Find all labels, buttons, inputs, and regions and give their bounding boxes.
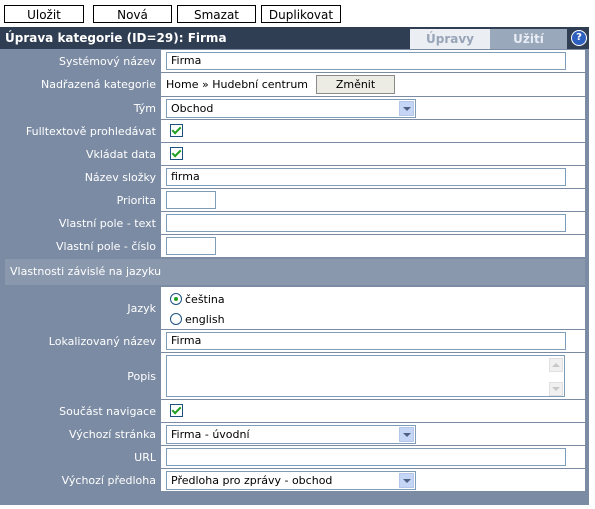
team-select[interactable]: Obchod: [166, 99, 416, 118]
language-radio-czech[interactable]: [170, 293, 182, 305]
title-bar: Úprava kategorie (ID=29): Firma Úpravy U…: [0, 27, 589, 49]
row-insert-data: Vkládat data: [5, 143, 585, 165]
toolbar: Uložit Nová Smazat Duplikovat: [0, 0, 589, 27]
navigation-checkbox[interactable]: [170, 404, 183, 417]
description-label: Popis: [5, 353, 161, 399]
row-localized-name: Lokalizovaný název Firma: [5, 330, 585, 352]
page-frame: Uložit Nová Smazat Duplikovat Úprava kat…: [0, 0, 590, 505]
team-selected-value: Obchod: [171, 102, 214, 115]
row-url: URL: [5, 446, 585, 468]
default-page-select[interactable]: Firma - úvodní: [166, 425, 416, 444]
row-system-name: Systémový název Firma: [5, 50, 585, 72]
scroll-up-icon[interactable]: [549, 358, 563, 372]
language-radio-english[interactable]: [170, 313, 182, 325]
insert-data-checkbox[interactable]: [170, 147, 183, 160]
row-fulltext: Fulltextově prohledávat: [5, 120, 585, 142]
insert-data-label: Vkládat data: [5, 143, 161, 165]
default-page-label: Výchozí stránka: [5, 423, 161, 445]
delete-button[interactable]: Smazat: [177, 5, 256, 23]
url-input[interactable]: [166, 448, 566, 466]
parent-category-path: Home » Hudební centrum: [166, 78, 309, 91]
row-parent-category: Nadřazená kategorie Home » Hudební centr…: [5, 73, 585, 96]
custom-number-label: Vlastní pole - číslo: [5, 235, 161, 257]
row-default-page: Výchozí stránka Firma - úvodní: [5, 423, 585, 445]
localized-name-label: Lokalizovaný název: [5, 330, 161, 352]
page-title: Úprava kategorie (ID=29): Firma: [5, 31, 227, 45]
custom-text-label: Vlastní pole - text: [5, 212, 161, 234]
row-custom-number: Vlastní pole - číslo: [5, 235, 585, 257]
chevron-down-icon[interactable]: [399, 427, 414, 442]
localized-name-input[interactable]: Firma: [166, 332, 566, 350]
row-language: Jazyk čeština english: [5, 287, 585, 329]
default-template-select[interactable]: Předloha pro zprávy - obchod: [166, 471, 416, 490]
row-navigation: Součást navigace: [5, 400, 585, 422]
scroll-down-icon[interactable]: [549, 382, 563, 396]
custom-number-input[interactable]: [166, 237, 216, 255]
description-textarea[interactable]: [166, 355, 565, 397]
row-team: Tým Obchod: [5, 97, 585, 119]
priority-input[interactable]: [166, 191, 216, 209]
row-priority: Priorita: [5, 189, 585, 211]
fulltext-checkbox[interactable]: [170, 124, 183, 137]
url-label: URL: [5, 446, 161, 468]
parent-category-label: Nadřazená kategorie: [5, 73, 161, 96]
team-label: Tým: [5, 97, 161, 119]
change-parent-button[interactable]: Změnit: [316, 75, 395, 94]
system-name-input[interactable]: Firma: [166, 52, 566, 70]
tab-usage[interactable]: Užití: [490, 29, 567, 49]
default-template-label: Výchozí předloha: [5, 469, 161, 491]
row-default-template: Výchozí předloha Předloha pro zprávy - o…: [5, 469, 585, 491]
language-option-english: english: [185, 312, 225, 326]
chevron-down-icon[interactable]: [399, 473, 414, 488]
tab-edit[interactable]: Úpravy: [410, 29, 490, 49]
system-name-label: Systémový název: [5, 50, 161, 72]
language-section-header: Vlastnosti závislé na jazyku: [5, 259, 585, 285]
navigation-label: Součást navigace: [5, 400, 161, 422]
row-custom-text: Vlastní pole - text: [5, 212, 585, 234]
folder-name-input[interactable]: firma: [166, 168, 566, 186]
default-template-selected-value: Předloha pro zprávy - obchod: [171, 474, 333, 487]
help-icon[interactable]: ?: [571, 30, 587, 46]
custom-text-input[interactable]: [166, 214, 566, 232]
language-option-czech: čeština: [185, 292, 225, 306]
priority-label: Priorita: [5, 189, 161, 211]
fulltext-label: Fulltextově prohledávat: [5, 120, 161, 142]
row-folder-name: Název složky firma: [5, 166, 585, 188]
default-page-selected-value: Firma - úvodní: [171, 428, 250, 441]
row-description: Popis: [5, 353, 585, 399]
new-button[interactable]: Nová: [93, 5, 172, 23]
duplicate-button[interactable]: Duplikovat: [261, 5, 341, 23]
folder-name-label: Název složky: [5, 166, 161, 188]
chevron-down-icon[interactable]: [399, 101, 414, 116]
save-button[interactable]: Uložit: [4, 5, 84, 23]
language-label: Jazyk: [5, 287, 161, 329]
